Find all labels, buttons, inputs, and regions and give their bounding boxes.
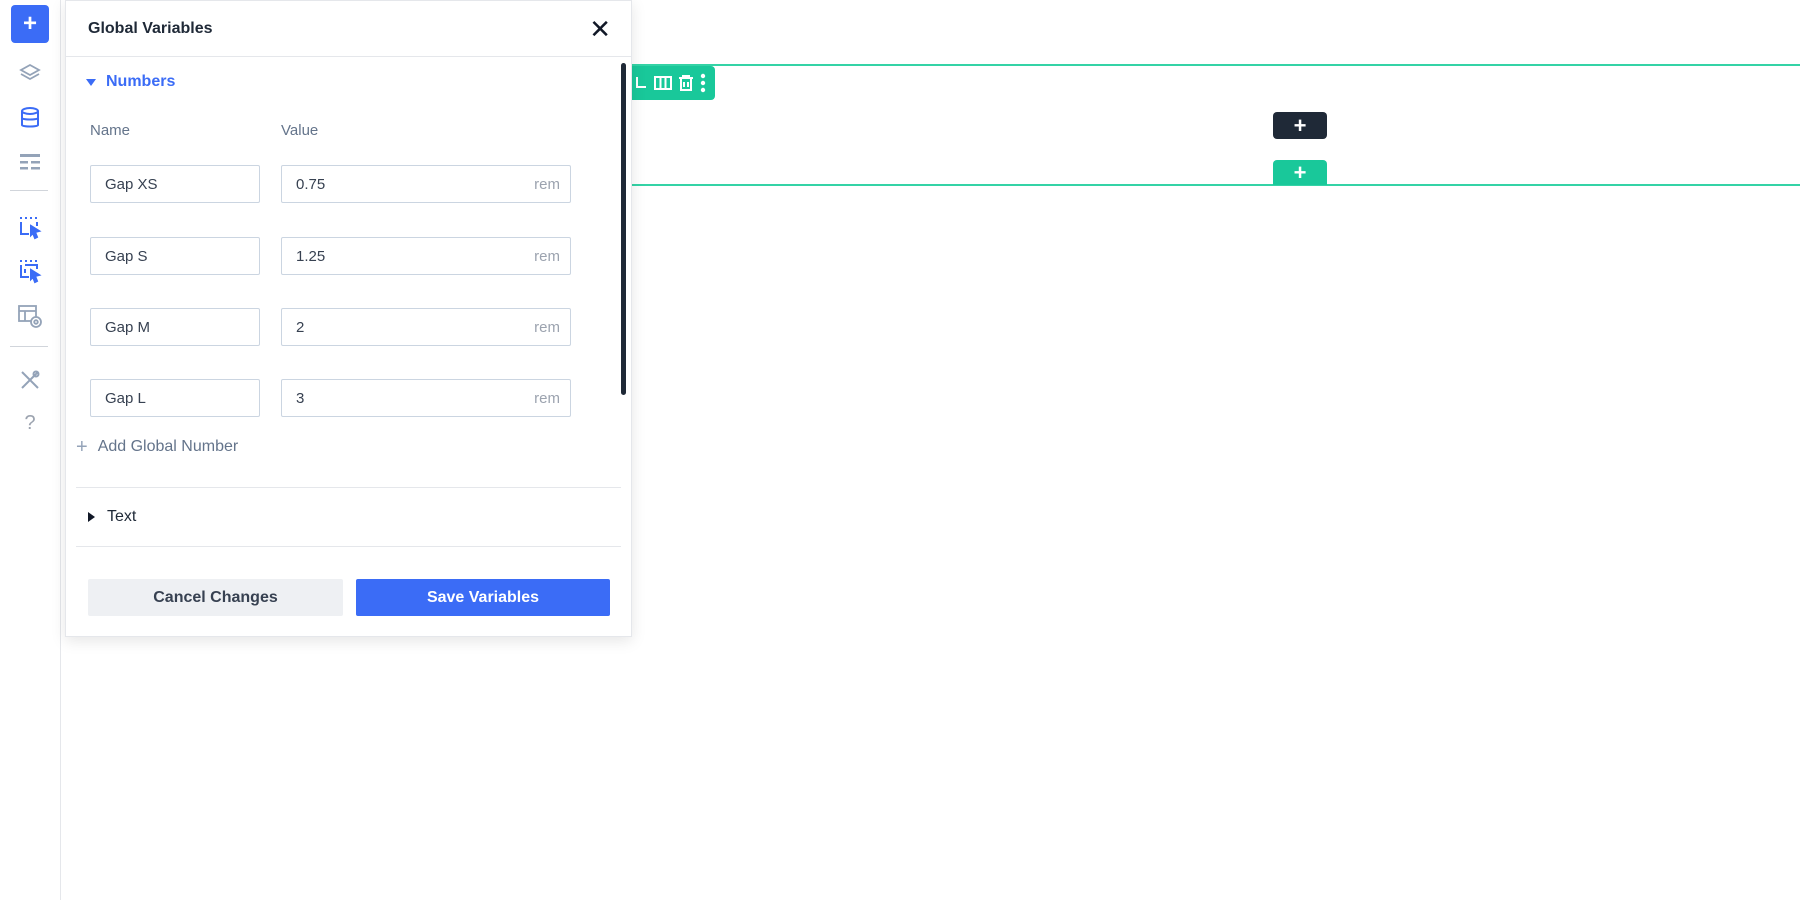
toolbar-divider-2 (10, 346, 48, 347)
more-options-icon[interactable] (700, 73, 706, 93)
section-toolbar (625, 66, 715, 100)
save-variables-button[interactable]: Save Variables (356, 579, 610, 616)
trash-icon[interactable] (678, 74, 694, 92)
number-row: rem (90, 379, 571, 417)
unit-label: rem (534, 176, 560, 193)
section-divider (76, 487, 621, 488)
number-row: rem (90, 237, 571, 275)
layout-rows-icon[interactable] (11, 143, 49, 181)
duplicate-icon[interactable] (634, 75, 648, 91)
numbers-section-toggle[interactable]: Numbers (86, 73, 175, 91)
plus-icon: + (76, 436, 88, 458)
add-block-icon: + (1293, 112, 1307, 138)
variable-name-input[interactable] (90, 237, 260, 275)
add-icon[interactable]: + (11, 5, 49, 43)
variable-name-input[interactable] (90, 165, 260, 203)
tools-icon[interactable] (11, 361, 49, 399)
variable-value-field: rem (281, 308, 571, 346)
template-preview-icon[interactable] (11, 297, 49, 335)
add-global-number-label: Add Global Number (97, 438, 239, 455)
variable-value-input[interactable] (282, 309, 492, 345)
add-icon-label: + (22, 10, 37, 37)
unit-label: rem (534, 319, 560, 336)
variable-value-field: rem (281, 165, 571, 203)
variable-name-input[interactable] (90, 379, 260, 417)
select-element-icon[interactable] (11, 208, 49, 246)
variable-value-input[interactable] (282, 380, 492, 416)
toolbar-divider (10, 190, 48, 191)
panel-scrollbar[interactable] (621, 63, 626, 395)
unit-label: rem (534, 390, 560, 407)
panel-header: Global Variables ✕ (66, 1, 631, 57)
column-header-name: Name (90, 122, 131, 139)
close-icon[interactable]: ✕ (589, 16, 611, 42)
section-top-border (630, 64, 1800, 66)
cancel-changes-button[interactable]: Cancel Changes (88, 579, 343, 616)
add-global-number-button[interactable]: + Add Global Number (76, 437, 238, 457)
global-variables-panel: Global Variables ✕ Numbers Name Value re… (65, 0, 632, 637)
help-icon-label: ? (24, 411, 36, 434)
panel-title: Global Variables (88, 19, 213, 37)
number-row: rem (90, 165, 571, 203)
add-section-button[interactable]: + (1273, 160, 1327, 185)
text-section-toggle[interactable]: Text (88, 508, 136, 526)
section-divider (76, 546, 621, 547)
numbers-section-label: Numbers (106, 73, 176, 90)
add-block-button[interactable]: + (1273, 112, 1327, 139)
section-bottom-border (630, 184, 1800, 186)
variable-value-input[interactable] (282, 166, 492, 202)
panel-body: Numbers Name Value rem rem rem (66, 57, 631, 547)
number-row: rem (90, 308, 571, 346)
unit-label: rem (534, 248, 560, 265)
select-multiple-icon[interactable] (11, 252, 49, 290)
add-section-icon: + (1293, 159, 1307, 185)
text-section-label: Text (107, 508, 137, 525)
caret-down-icon (86, 78, 96, 86)
caret-right-icon (88, 512, 95, 522)
help-icon[interactable]: ? (11, 404, 49, 442)
variable-name-input[interactable] (90, 308, 260, 346)
column-header-value: Value (281, 122, 319, 139)
variable-value-input[interactable] (282, 238, 492, 274)
database-icon[interactable] (11, 99, 49, 137)
left-toolbar: + ? (0, 0, 61, 900)
layers-icon[interactable] (11, 55, 49, 93)
columns-icon[interactable] (654, 75, 672, 91)
variable-value-field: rem (281, 237, 571, 275)
variable-value-field: rem (281, 379, 571, 417)
